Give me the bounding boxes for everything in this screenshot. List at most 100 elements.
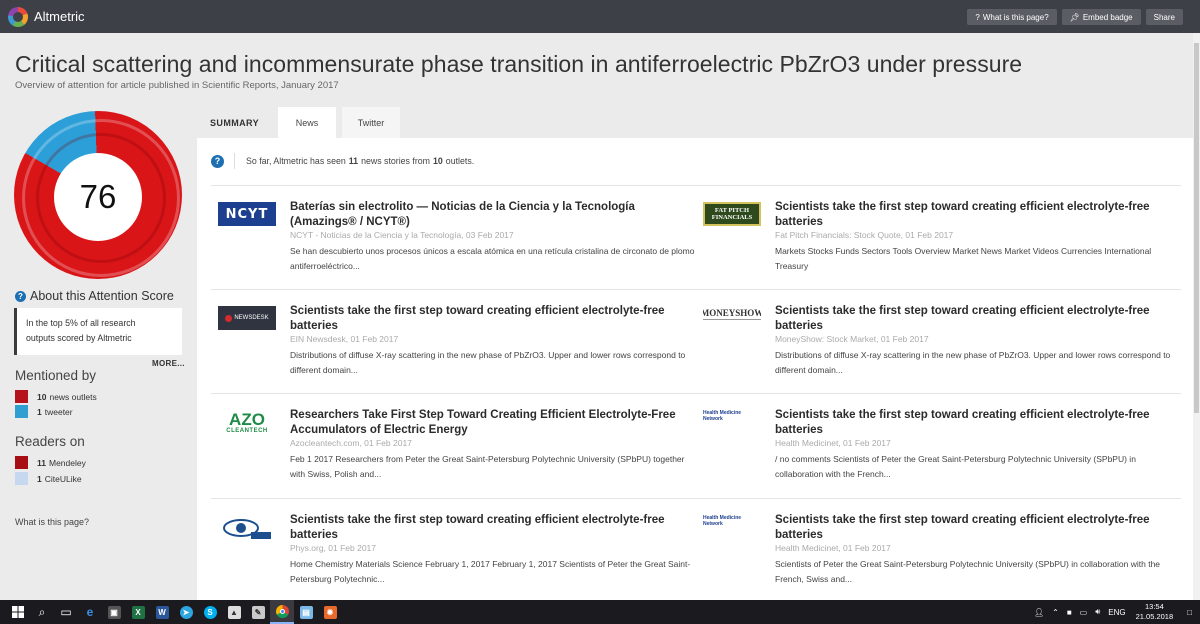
what-is-this-page-label: What is this page? [982, 12, 1049, 22]
notice-prefix: So far, Altmetric has seen [246, 156, 346, 166]
app-name: Altmetric [34, 9, 85, 24]
clock[interactable]: 13:54 21.05.2018 [1136, 602, 1174, 622]
news-title[interactable]: Scientists take the first step toward cr… [775, 200, 1185, 229]
news-item[interactable]: NEWSDESK Scientists take the first step … [218, 304, 698, 404]
mendeley-label: Mendeley [49, 457, 86, 468]
citeulike-label: CiteULike [44, 473, 82, 484]
notice-separator [234, 153, 235, 169]
news-source: Health Medicinet, 01 Feb 2017 [775, 543, 891, 553]
embed-badge-button[interactable]: 📌︎ Embed badge [1061, 9, 1141, 25]
page-subtitle: Overview of attention for article publis… [15, 80, 339, 91]
store-icon[interactable]: ▣ [102, 600, 126, 624]
news-title[interactable]: Scientists take the first step toward cr… [775, 304, 1185, 333]
twitter-swatch [15, 405, 28, 418]
news-count: 10 [37, 391, 47, 402]
excel-icon[interactable]: X [126, 600, 150, 624]
photos-icon[interactable]: ▲ [222, 600, 246, 624]
news-item[interactable]: NCYT Baterías sin electrolito — Noticias… [218, 200, 698, 300]
what-is-this-page-button[interactable]: ? What is this page? [967, 9, 1057, 25]
windows-icon[interactable] [6, 600, 30, 624]
news-item[interactable]: FAT PITCH FINANCIALS Scientists take the … [703, 200, 1183, 300]
azo-cleantech-logo: AZO CLEANTECH [226, 410, 268, 434]
news-excerpt: / no comments Scientists of Peter the Gr… [775, 454, 1136, 479]
people-icon[interactable]: 👤︎ [1034, 608, 1044, 617]
news-title[interactable]: Researchers Take First Step Toward Creat… [290, 408, 700, 437]
tab-news[interactable]: News [278, 107, 336, 138]
mentioned-news-stat[interactable]: 10 news outlets [15, 390, 97, 403]
tab-bar: SUMMARY News Twitter [197, 107, 400, 138]
top-bar: Altmetric ? What is this page? 📌︎ Embed … [0, 0, 1200, 33]
notice-middle: news stories from [361, 156, 430, 166]
question-icon: ? [975, 12, 980, 22]
news-title[interactable]: Scientists take the first step toward cr… [775, 513, 1185, 542]
news-summary-notice: ? So far, Altmetric has seen 11 news sto… [211, 153, 474, 169]
word-icon[interactable]: W [150, 600, 174, 624]
news-source: MoneyShow: Stock Market, 01 Feb 2017 [775, 334, 929, 344]
brand[interactable]: Altmetric [8, 6, 85, 27]
help-icon[interactable]: ? [211, 154, 224, 168]
ein-dot-icon [225, 314, 233, 322]
attention-score-value: 76 [79, 178, 117, 215]
scrollbar[interactable] [1193, 33, 1200, 600]
notice-outlets-count: 10 [433, 156, 443, 166]
news-item[interactable]: Scientists take the first step toward cr… [218, 513, 698, 613]
mendeley-count: 11 [37, 457, 46, 468]
files-icon[interactable]: ▤ [294, 600, 318, 624]
readers-citeulike-stat[interactable]: 1 CiteULike [15, 472, 82, 485]
news-excerpt: Distributions of diffuse X-ray scatterin… [775, 350, 1171, 375]
news-title[interactable]: Scientists take the first step toward cr… [775, 408, 1185, 437]
share-button[interactable]: Share [1145, 9, 1183, 25]
notifications-icon[interactable]: □ [1187, 608, 1192, 617]
news-excerpt: Home Chemistry Materials Science Februar… [290, 559, 691, 584]
scrollbar-thumb[interactable] [1194, 43, 1199, 413]
language-indicator[interactable]: ENG [1108, 608, 1125, 617]
edge-icon[interactable]: e [78, 600, 102, 624]
mentioned-twitter-stat[interactable]: 1 tweeter [15, 405, 73, 418]
phys-org-logo [218, 515, 276, 541]
score-context-line2: outputs scored by Altmetric [26, 333, 132, 343]
search-icon[interactable]: ⌕ [30, 600, 54, 624]
news-title[interactable]: Scientists take the first step toward cr… [290, 513, 700, 542]
score-context-line1: In the top 5% of all research [26, 318, 136, 328]
health-medicine-logo: Health Medicine Network [703, 410, 742, 420]
divider [211, 185, 1181, 186]
news-excerpt: Distributions of diffuse X-ray scatterin… [290, 350, 686, 375]
task-view-icon[interactable]: ▭ [54, 600, 78, 624]
phys-org-logo-icon [223, 519, 271, 539]
about-score-title: About this Attention Score [30, 289, 174, 303]
news-title[interactable]: Baterías sin electrolito — Noticias de l… [290, 200, 700, 229]
news-label: news outlets [49, 391, 97, 402]
chrome-icon[interactable] [270, 600, 294, 624]
mentioned-by-title: Mentioned by [15, 368, 97, 383]
volume-icon[interactable]: 🔊︎ [1095, 607, 1100, 617]
what-is-this-page-link[interactable]: What is this page? [15, 517, 89, 527]
tweeter-count: 1 [37, 406, 42, 417]
about-score-heading[interactable]: ? About this Attention Score [15, 289, 174, 303]
news-panel: ? So far, Altmetric has seen 11 news sto… [197, 138, 1196, 600]
windows-taskbar: ⌕ ▭ e ▣ X W ➤ S ▲ ✎ ▤ ✹ 👤︎ ⌃ ■ ▭ 🔊︎ ENG … [0, 600, 1200, 624]
news-title[interactable]: Scientists take the first step toward cr… [290, 304, 700, 333]
tab-twitter[interactable]: Twitter [342, 107, 400, 138]
news-item[interactable]: AZO CLEANTECH Researchers Take First Step… [218, 408, 698, 508]
network-icon[interactable]: ■ [1067, 608, 1072, 617]
chevron-up-icon[interactable]: ⌃ [1052, 608, 1059, 617]
news-source: EIN Newsdesk, 01 Feb 2017 [290, 334, 399, 344]
news-item[interactable]: Health Medicine Network Scientists take … [703, 408, 1183, 508]
paint-icon[interactable]: ✎ [246, 600, 270, 624]
news-item[interactable]: MONEYSHOW Scientists take the first step… [703, 304, 1183, 404]
news-item[interactable]: Health Medicine Network Scientists take … [703, 513, 1183, 613]
telegram-icon[interactable]: ➤ [174, 600, 198, 624]
news-source: Health Medicinet, 01 Feb 2017 [775, 438, 891, 448]
readers-mendeley-stat[interactable]: 11 Mendeley [15, 456, 86, 469]
mendeley-swatch [15, 456, 28, 469]
more-link[interactable]: MORE... [152, 359, 185, 368]
skype-icon[interactable]: S [198, 600, 222, 624]
tab-summary[interactable]: SUMMARY [197, 107, 272, 138]
citeulike-swatch [15, 472, 28, 485]
share-label: Share [1153, 12, 1175, 22]
notes-icon[interactable]: ▭ [1080, 608, 1088, 617]
moneyshow-logo: MONEYSHOW [703, 306, 761, 320]
news-excerpt: Scientists of Peter the Great Saint-Pete… [775, 559, 1161, 584]
fire-icon[interactable]: ✹ [318, 600, 342, 624]
altmetric-logo-icon [8, 6, 28, 27]
